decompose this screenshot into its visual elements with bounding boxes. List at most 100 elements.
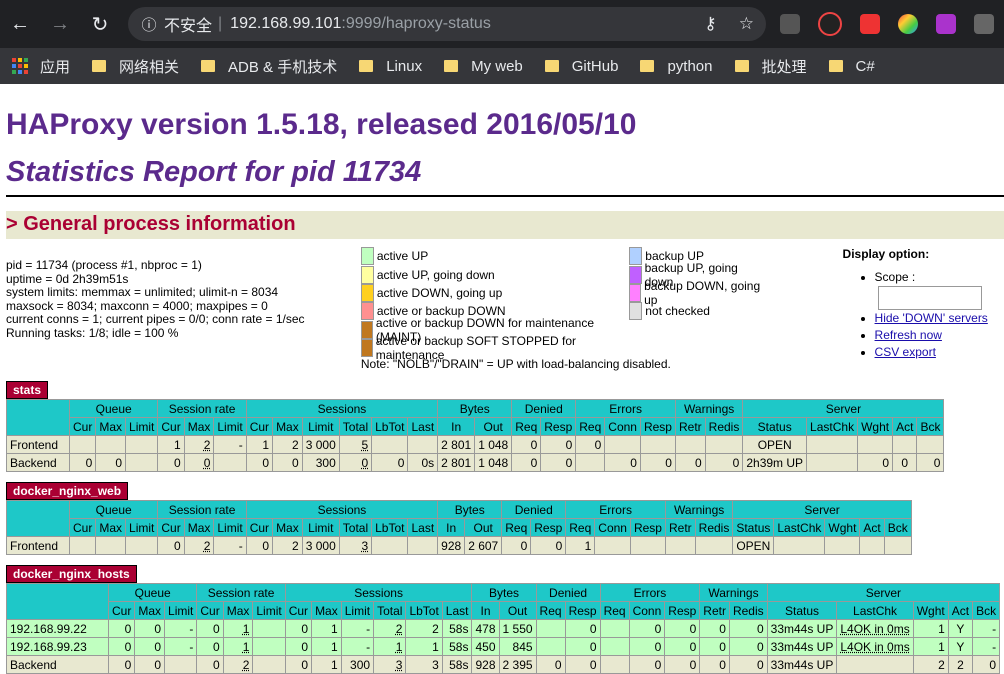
bookmark-label: 应用 xyxy=(40,58,71,76)
bookmark-folder[interactable]: 网络相关 xyxy=(92,56,179,77)
csv-export-link[interactable]: CSV export xyxy=(875,345,936,359)
column-header: LbTot xyxy=(405,601,443,621)
table-cell xyxy=(604,435,641,455)
table-cell: 0 xyxy=(540,453,577,473)
column-header: Limit xyxy=(164,601,198,621)
column-header: Limit xyxy=(301,518,340,538)
column-header: Req xyxy=(501,518,532,538)
reload-icon[interactable]: ↻ xyxy=(80,4,120,44)
address-bar[interactable]: ⓘ 不安全 | 192.168.99.101:9999/haproxy-stat… xyxy=(128,7,766,41)
table-cell: 450 xyxy=(471,637,500,657)
row-label[interactable]: 192.168.99.23 xyxy=(6,637,109,657)
group-header: Denied xyxy=(511,399,577,419)
legend-item: active or backup SOFT STOPPED for mainte… xyxy=(360,334,619,362)
table-cell: 0 xyxy=(284,619,313,639)
column-header: Total xyxy=(373,601,407,621)
column-header: Cur xyxy=(107,601,136,621)
proxy-name[interactable]: docker_nginx_hosts xyxy=(6,565,137,584)
table-cell: 2 xyxy=(183,536,215,556)
bookmark-folder[interactable]: Linux xyxy=(359,58,422,75)
table-cell: L4OK in 0ms xyxy=(836,637,914,657)
row-label[interactable]: Frontend xyxy=(6,536,70,556)
display-options-title: Display option: xyxy=(842,247,930,261)
column-header: Last xyxy=(441,601,473,621)
column-header: Out xyxy=(498,601,537,621)
group-header: Warnings xyxy=(664,500,734,520)
table-cell: OPEN xyxy=(732,536,775,556)
scope-input[interactable] xyxy=(877,286,982,310)
column-header: Max xyxy=(272,417,303,437)
row-label[interactable]: Backend xyxy=(6,655,109,674)
row-label[interactable]: Backend xyxy=(6,453,70,473)
column-header: Cur xyxy=(284,601,313,621)
forward-arrow-icon[interactable]: → xyxy=(40,4,80,44)
status-legend: active UP active UP, going down active DOW… xyxy=(360,247,763,372)
row-label[interactable]: Frontend xyxy=(6,435,70,455)
table-cell xyxy=(213,453,247,473)
bookmark-folder[interactable]: python xyxy=(640,58,713,75)
red-extension-icon[interactable] xyxy=(860,14,880,34)
bookmark-folder[interactable]: C# xyxy=(828,58,875,75)
bookmark-label: Linux xyxy=(386,57,423,75)
proxy-section: stats Queue Session rate Sessions Bytes Denie… xyxy=(6,381,1004,473)
circle-extension-icon[interactable] xyxy=(818,12,842,36)
table-cell: 0 xyxy=(664,655,701,674)
column-header: Cur xyxy=(245,417,274,437)
bookmark-apps[interactable]: 应用 xyxy=(12,56,70,77)
more-extension-icon[interactable] xyxy=(974,14,994,34)
table-cell xyxy=(535,637,566,657)
folder-icon xyxy=(359,60,374,72)
table-cell: 2 xyxy=(222,655,254,674)
bookmark-folder[interactable]: My web xyxy=(444,58,523,75)
table-cell: 1 048 xyxy=(474,453,513,473)
hide-down-link[interactable]: Hide 'DOWN' servers xyxy=(875,311,988,325)
bookmark-folder[interactable]: ADB & 手机技术 xyxy=(201,56,337,77)
key-icon[interactable]: ⚷ xyxy=(704,14,716,34)
table-cell: 0 xyxy=(728,619,768,639)
legend-swatch xyxy=(629,302,643,321)
table-cell xyxy=(859,536,885,556)
bookmark-folder[interactable]: GitHub xyxy=(544,58,618,75)
column-header: Last xyxy=(407,518,439,538)
legend-label: active UP, going down xyxy=(376,267,495,282)
info-icon[interactable]: ⓘ xyxy=(134,14,164,35)
table-cell: 58s xyxy=(441,619,473,639)
legend-note: Note: "NOLB"/"DRAIN" = UP with load-bala… xyxy=(360,357,671,372)
group-header: Errors xyxy=(575,399,676,419)
translate-extension-icon[interactable] xyxy=(780,14,800,34)
table-cell xyxy=(806,435,859,455)
table-cell: 33m44s UP xyxy=(766,637,838,657)
column-header: Cur xyxy=(196,601,224,621)
table-cell: 33m44s UP xyxy=(766,619,838,639)
table-cell: 928 xyxy=(437,536,466,556)
rp-extension-icon[interactable] xyxy=(936,14,956,34)
proxy-name[interactable]: stats xyxy=(6,381,49,400)
legend-swatch xyxy=(629,265,642,284)
table-cell: - xyxy=(164,619,198,639)
star-icon[interactable]: ☆ xyxy=(739,14,754,34)
folder-icon xyxy=(201,60,216,72)
page-title: HAProxy version 1.5.18, released 2016/05… xyxy=(6,108,637,141)
header-corner xyxy=(6,399,70,437)
flower-extension-icon[interactable] xyxy=(898,14,918,34)
refresh-link[interactable]: Refresh now xyxy=(875,328,942,342)
column-header: LbTot xyxy=(371,417,409,437)
back-arrow-icon[interactable]: ← xyxy=(0,4,40,44)
table-cell: 2 xyxy=(183,435,215,455)
table-cell: 3 xyxy=(373,655,407,674)
table-cell: 0 xyxy=(338,453,373,473)
folder-icon xyxy=(734,60,749,72)
table-cell: 0 xyxy=(564,637,601,657)
table-cell xyxy=(252,637,286,657)
folder-icon xyxy=(92,60,107,72)
table-cell: 1 xyxy=(245,435,274,455)
table-cell: 0 xyxy=(664,619,701,639)
legend-swatch xyxy=(360,283,374,302)
process-line: current conns = 1; current pipes = 0/0; … xyxy=(6,312,305,326)
proxy-name[interactable]: docker_nginx_web xyxy=(6,482,129,501)
group-header: Bytes xyxy=(437,500,503,520)
table-cell xyxy=(125,435,159,455)
row-label[interactable]: 192.168.99.22 xyxy=(6,619,109,639)
header-corner xyxy=(6,500,70,538)
bookmark-folder[interactable]: 批处理 xyxy=(734,56,807,77)
